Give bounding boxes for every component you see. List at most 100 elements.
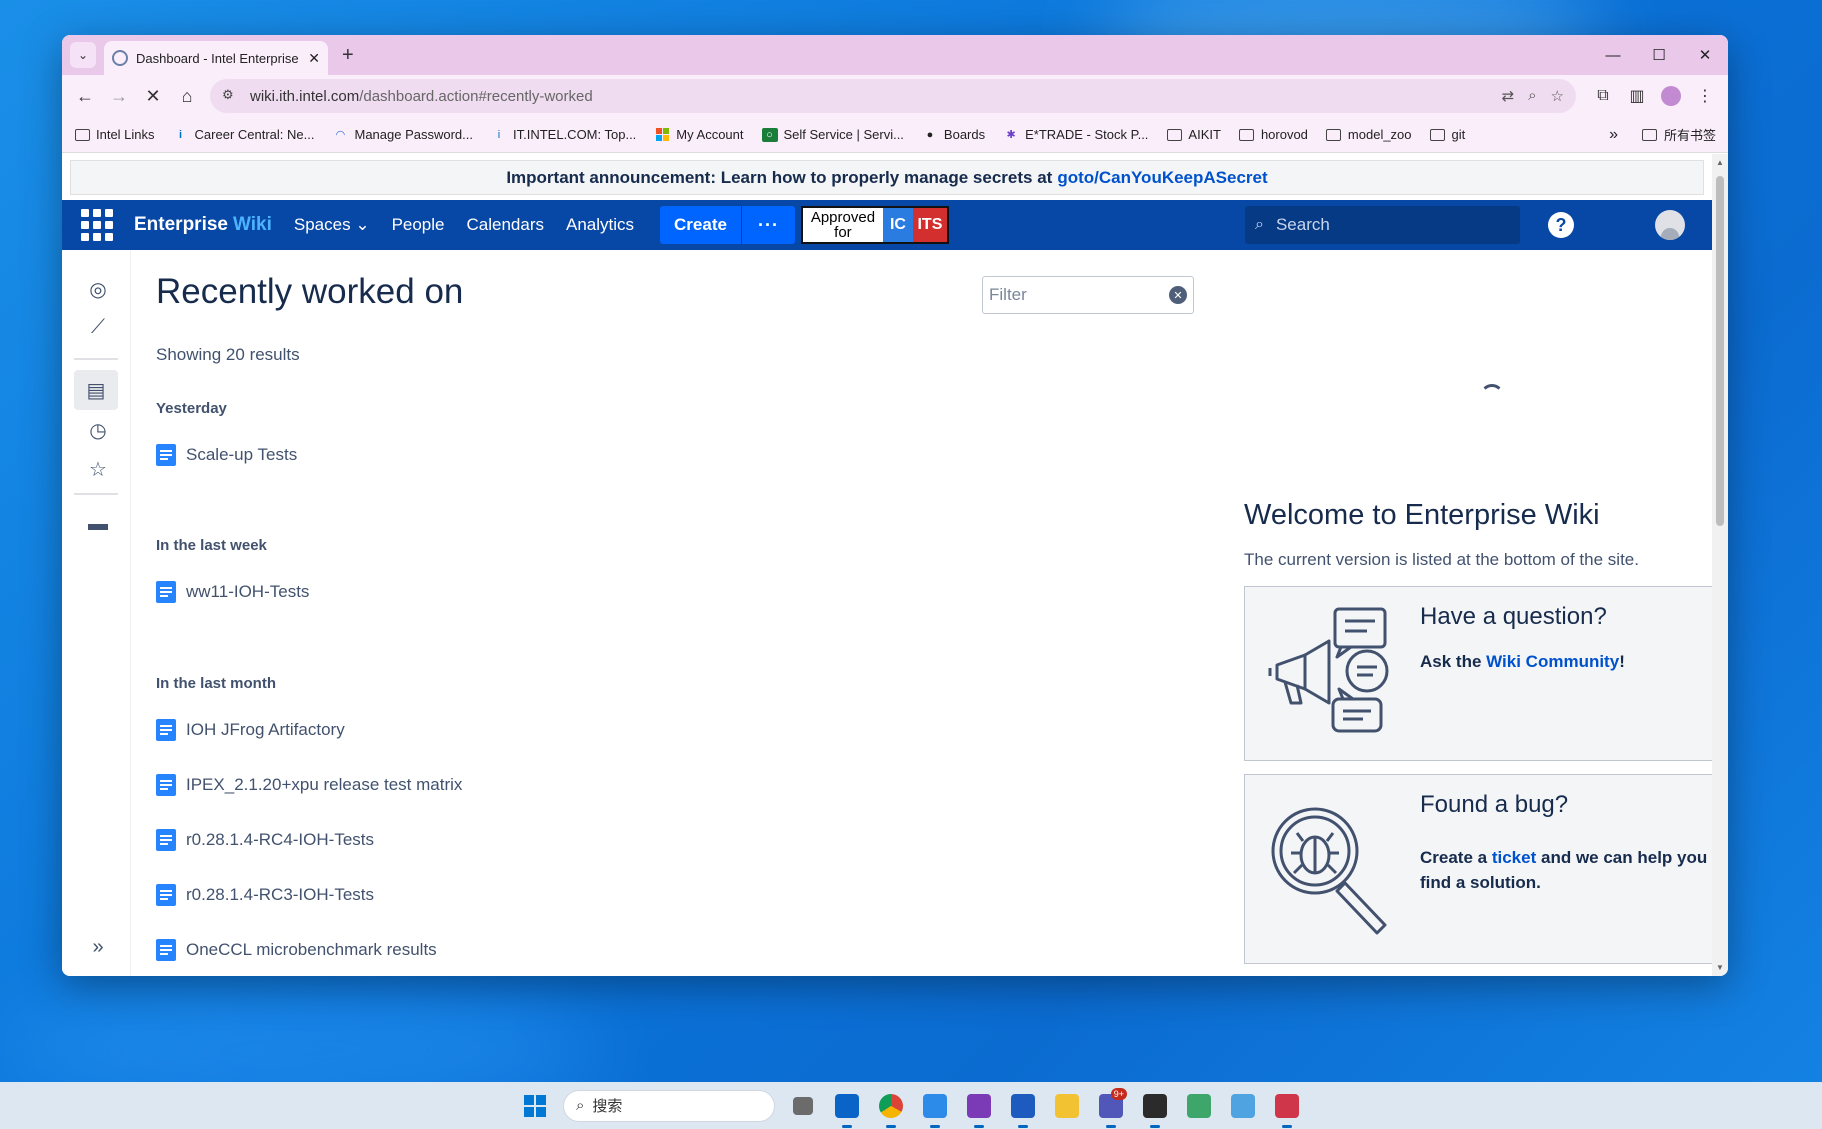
bookmark-manage-password[interactable]: ◠ Manage Password... [332, 127, 473, 142]
tab-search-button[interactable]: ⌄ [70, 42, 96, 68]
bookmark-etrade[interactable]: ✱ E*TRADE - Stock P... [1003, 127, 1149, 142]
create-button[interactable]: Create [660, 215, 741, 235]
search-input[interactable]: ⌕ Search [1245, 206, 1520, 244]
welcome-title: Welcome to Enterprise Wiki [1244, 499, 1600, 531]
side-panel-icon[interactable]: ▥ [1620, 79, 1654, 113]
nav-calendars[interactable]: Calendars [467, 215, 545, 235]
item-title: OneCCL microbenchmark results [186, 940, 437, 959]
list-item[interactable]: OneCCL microbenchmark results [156, 939, 437, 961]
start-windows-icon[interactable] [517, 1088, 553, 1124]
magnifier-bug-icon [1271, 807, 1387, 935]
teams-icon[interactable]: 9+ [1093, 1087, 1129, 1128]
list-item[interactable]: r0.28.1.4-RC3-IOH-Tests [156, 884, 374, 906]
close-window-button[interactable]: ✕ [1682, 35, 1728, 75]
site-logo[interactable]: Enterprise Wiki [134, 214, 272, 236]
network-app-icon[interactable] [1181, 1088, 1217, 1124]
tab-strip: ⌄ Dashboard - Intel Enterprise ✕ + — ☐ ✕ [62, 35, 1728, 75]
announcement-link[interactable]: goto/CanYouKeepASecret [1057, 168, 1267, 188]
clear-filter-icon[interactable]: ✕ [1169, 286, 1187, 304]
list-item[interactable]: IPEX_2.1.20+xpu release test matrix [156, 774, 462, 796]
item-title: Scale-up Tests [186, 445, 298, 464]
question-card: Have a question? Ask the Wiki Community! [1244, 586, 1712, 761]
chrome-icon[interactable] [873, 1088, 909, 1128]
bookmark-career-central[interactable]: i Career Central: Ne... [173, 127, 314, 142]
file-explorer-icon[interactable] [1049, 1088, 1085, 1124]
snipping-tool-icon[interactable] [1269, 1088, 1305, 1128]
list-item[interactable]: ww11-IOH-Tests [156, 581, 309, 603]
all-bookmarks[interactable]: 所有书签 [1642, 125, 1716, 144]
outlook-icon[interactable] [829, 1088, 865, 1128]
page-scrollbar[interactable]: ▲ ▼ [1712, 154, 1728, 976]
terminal-icon[interactable] [1137, 1088, 1173, 1128]
group-last-month: In the last month [156, 675, 276, 692]
spaces-folder-icon[interactable]: ▬ [81, 507, 115, 541]
back-button[interactable]: ← [68, 79, 102, 113]
stop-loading-button[interactable]: ✕ [136, 79, 170, 113]
results-count: Showing 20 results [156, 345, 300, 364]
help-icon[interactable]: ? [1548, 212, 1574, 238]
bookmark-label: horovod [1260, 127, 1308, 142]
approved-for-badge: Approved for IC ITS [800, 206, 949, 244]
home-button[interactable]: ⌂ [170, 79, 204, 113]
site-info-icon[interactable]: ⚙ [222, 87, 240, 105]
bookmark-intel-links[interactable]: Intel Links [74, 127, 155, 142]
bookmark-self-service[interactable]: ○ Self Service | Servi... [761, 127, 904, 142]
forward-button[interactable]: → [102, 79, 136, 113]
loading-spinner-icon [1480, 384, 1504, 408]
maximize-button[interactable]: ☐ [1636, 35, 1682, 75]
create-more-button[interactable]: ··· [740, 206, 795, 244]
browser-menu-icon[interactable]: ⋮ [1688, 79, 1722, 113]
discover-compass-icon[interactable]: ◎ [81, 272, 115, 306]
bookmark-star-icon[interactable]: ☆ [1551, 87, 1564, 105]
scroll-up-icon[interactable]: ▲ [1716, 158, 1724, 167]
starred-star-icon[interactable]: ☆ [81, 452, 115, 486]
word-icon[interactable] [1005, 1088, 1041, 1128]
app-switcher-icon[interactable] [80, 208, 114, 242]
address-bar[interactable]: ⚙ wiki.ith.intel.com/dashboard.action#re… [210, 79, 1576, 113]
ticket-link[interactable]: ticket [1492, 848, 1536, 867]
recent-clock-icon[interactable]: ◷ [81, 413, 115, 447]
translate-icon[interactable]: ⇄ [1502, 87, 1515, 105]
nav-people[interactable]: People [392, 215, 445, 235]
list-item[interactable]: IOH JFrog Artifactory [156, 719, 345, 741]
expand-sidebar-icon[interactable]: » [81, 930, 115, 964]
new-tab-button[interactable]: + [342, 44, 354, 67]
bookmark-label: Intel Links [96, 127, 155, 142]
list-item[interactable]: r0.28.1.4-RC4-IOH-Tests [156, 829, 374, 851]
onenote-icon[interactable] [961, 1088, 997, 1128]
profile-avatar[interactable] [1654, 79, 1688, 113]
nav-spaces[interactable]: Spaces ⌄ [294, 215, 370, 235]
url-path: /dashboard.action#recently-worked [359, 87, 593, 105]
confluence-favicon-icon [112, 50, 128, 66]
zoom-icon[interactable]: ⌕ [1528, 87, 1536, 105]
filter-input[interactable]: Filter ✕ [982, 276, 1194, 314]
list-item[interactable]: Scale-up Tests [156, 444, 297, 466]
close-tab-icon[interactable]: ✕ [308, 50, 320, 67]
search-placeholder: Search [1275, 215, 1330, 234]
more-bookmarks-icon[interactable]: » [1609, 126, 1618, 144]
scroll-down-icon[interactable]: ▼ [1716, 963, 1724, 972]
extensions-icon[interactable]: ⧉ [1586, 79, 1620, 113]
bookmark-horovod[interactable]: horovod [1239, 127, 1308, 142]
bookmark-it-intel[interactable]: i IT.INTEL.COM: Top... [491, 127, 637, 142]
nav-analytics[interactable]: Analytics [566, 215, 634, 235]
page-icon [156, 444, 176, 466]
minimize-button[interactable]: — [1590, 35, 1636, 75]
left-sidebar: ◎ ⟋ ▤ ◷ ☆ ▬ » [62, 250, 131, 976]
analytics-chart-icon[interactable]: ⟋ [81, 310, 115, 344]
bookmark-git[interactable]: git [1430, 127, 1465, 142]
notepad-icon[interactable] [1225, 1088, 1261, 1124]
task-view-icon[interactable] [785, 1088, 821, 1124]
taskbar-search[interactable]: ⌕ 搜索 [563, 1089, 775, 1122]
bookmark-my-account[interactable]: My Account [654, 127, 744, 142]
bookmark-model-zoo[interactable]: model_zoo [1326, 127, 1412, 142]
bookmark-boards[interactable]: ● Boards [922, 127, 986, 142]
bookmark-label: AIKIT [1188, 127, 1221, 142]
bookmark-aikit[interactable]: AIKIT [1166, 127, 1221, 142]
browser-tab[interactable]: Dashboard - Intel Enterprise ✕ [104, 41, 328, 75]
recently-worked-icon[interactable]: ▤ [74, 370, 118, 410]
vscode-icon[interactable] [917, 1088, 953, 1128]
wiki-community-link[interactable]: Wiki Community [1486, 652, 1619, 671]
user-avatar[interactable] [1655, 210, 1685, 240]
scrollbar-thumb[interactable] [1716, 176, 1724, 526]
